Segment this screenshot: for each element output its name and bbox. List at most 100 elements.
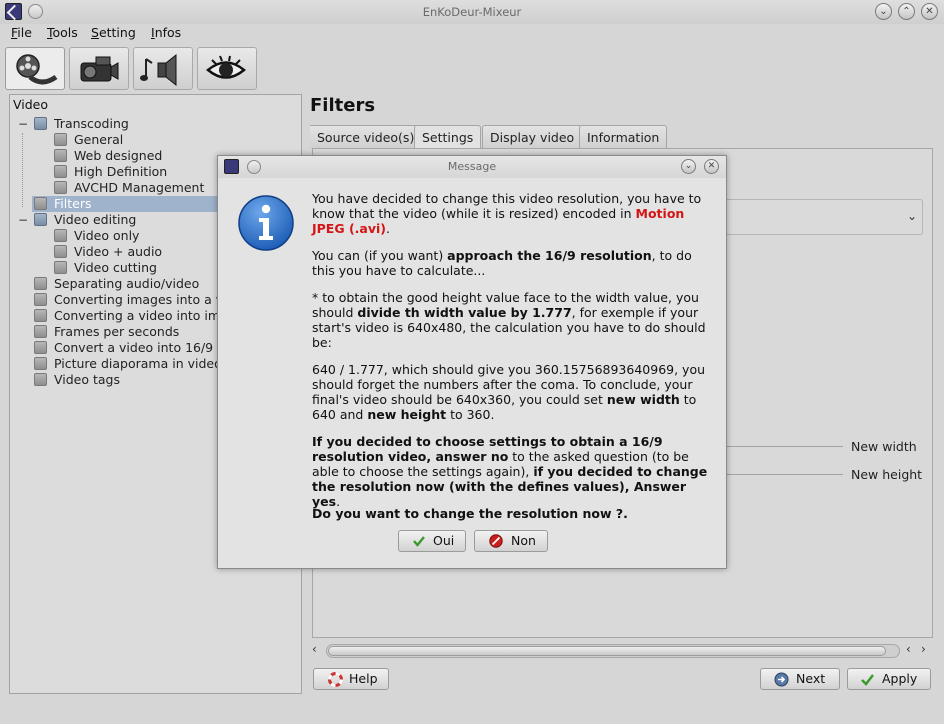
minimize-button[interactable]: ⌄: [875, 3, 892, 20]
tree-item-video-editing[interactable]: Video editing: [34, 212, 136, 228]
tree-item-high-definition[interactable]: High Definition: [54, 164, 167, 180]
camera-tab-button[interactable]: [69, 47, 129, 90]
stack-icon: [54, 261, 67, 274]
yes-button[interactable]: Oui: [398, 530, 466, 552]
tree-item-transcoding[interactable]: Transcoding: [34, 116, 129, 132]
scroll-left-arrow[interactable]: ‹: [312, 642, 317, 656]
dialog-minimize-button[interactable]: ⌄: [681, 159, 696, 174]
no-button[interactable]: Non: [474, 530, 548, 552]
stack-icon: [34, 309, 47, 322]
tree-item-label: Converting a video into ima: [54, 308, 228, 323]
horizontal-scrollbar[interactable]: ‹ ‹ ›: [312, 642, 933, 660]
video-tab-button[interactable]: [5, 47, 65, 90]
tree-toggle-transcoding[interactable]: −: [18, 117, 28, 131]
tree-item-frames-per-seconds[interactable]: Frames per seconds: [34, 324, 179, 340]
tree-item-video-tags[interactable]: Video tags: [34, 372, 120, 388]
new-width-line: [713, 446, 843, 447]
tree-item-video-only[interactable]: Video only: [54, 228, 139, 244]
arrow-right-icon: [774, 672, 789, 687]
menu-file[interactable]: File: [11, 25, 32, 40]
tab-source-videos[interactable]: Source video(s): [310, 125, 423, 149]
tree-item-web-designed[interactable]: Web designed: [54, 148, 162, 164]
pin-icon[interactable]: [28, 4, 43, 19]
tree-item-label: Web designed: [74, 148, 163, 163]
tree-item-label: Filters: [54, 196, 92, 211]
dialog-text: to 360.: [446, 407, 495, 422]
info-icon: [238, 195, 294, 251]
video-film-icon: [16, 54, 58, 85]
dialog-question: Do you want to change the resolution now…: [312, 506, 716, 521]
menu-setting[interactable]: Setting: [91, 25, 136, 40]
tree-item-picture-diaporama[interactable]: Picture diaporama in video: [34, 356, 222, 372]
tree-item-convert-16-9[interactable]: Convert a video into 16/9 d: [34, 340, 225, 356]
tree-item-label: Transcoding: [54, 116, 129, 131]
dialog-bold-text: divide th width value by 1.777: [357, 305, 572, 320]
next-button[interactable]: Next: [760, 668, 840, 690]
help-button[interactable]: Help: [313, 668, 389, 690]
new-height-line: [713, 474, 843, 475]
dialog-bold-text: Do you want to change the resolution now…: [312, 506, 628, 521]
apply-button[interactable]: Apply: [847, 668, 931, 690]
tree-item-avchd-management[interactable]: AVCHD Management: [54, 180, 204, 196]
audio-speaker-icon: [140, 53, 177, 87]
tree-item-converting-images[interactable]: Converting images into a v: [34, 292, 223, 308]
tree-item-label: Video editing: [54, 212, 137, 227]
dialog-titlebar: Message ⌄ ✕: [218, 156, 726, 178]
dialog-paragraph-5: If you decided to choose settings to obt…: [312, 434, 716, 509]
tree-item-label: Video tags: [54, 372, 121, 387]
app-icon[interactable]: [5, 3, 22, 20]
page-title: Filters: [310, 95, 376, 116]
tree-item-label: Separating audio/video: [54, 276, 200, 291]
scroll-right-arrow[interactable]: ›: [921, 642, 926, 656]
lifebuoy-icon: [328, 672, 343, 687]
stack-icon: [34, 341, 47, 354]
stack-icon: [54, 149, 67, 162]
camera-icon: [80, 56, 119, 82]
stack-icon: [34, 325, 47, 338]
no-button-label: Non: [511, 533, 536, 548]
tab-display-video[interactable]: Display video: [482, 125, 583, 149]
tab-settings[interactable]: Settings: [414, 125, 482, 149]
dialog-app-icon[interactable]: [224, 159, 239, 174]
menu-tools[interactable]: Tools: [47, 25, 78, 40]
apply-button-label: Apply: [882, 671, 918, 686]
tree-item-filters[interactable]: Filters: [32, 196, 222, 212]
help-button-label: Help: [349, 671, 378, 686]
tree-item-label: High Definition: [74, 164, 168, 179]
tree-item-label: Converting images into a v: [54, 292, 224, 307]
checkmark-icon: [861, 674, 874, 686]
menubar: File Tools Setting Infos: [0, 24, 944, 44]
dialog-text: You can (if you want): [312, 248, 448, 263]
window-title: EnKoDeur-Mixeur: [422, 5, 522, 19]
tab-information[interactable]: Information: [579, 125, 668, 149]
close-button[interactable]: ✕: [921, 3, 938, 20]
scroll-thumb[interactable]: [328, 646, 886, 656]
dialog-pin-icon[interactable]: [247, 160, 261, 174]
scroll-track[interactable]: [326, 644, 900, 658]
new-width-label: New width: [851, 439, 917, 454]
tree-item-video-cutting[interactable]: Video cutting: [54, 260, 157, 276]
audio-tab-button[interactable]: [133, 47, 193, 90]
tree-item-label: Picture diaporama in video: [54, 356, 222, 371]
maximize-button[interactable]: ⌃: [898, 3, 915, 20]
scroll-left-arrow-2[interactable]: ‹: [906, 642, 911, 656]
menu-infos[interactable]: Infos: [151, 25, 181, 40]
message-dialog: Message ⌄ ✕ You have decided to change t…: [217, 155, 727, 569]
dialog-paragraph-2: You can (if you want) approach the 16/9 …: [312, 248, 716, 278]
filter-select[interactable]: ⌄: [713, 199, 923, 235]
stack-icon: [34, 357, 47, 370]
tree-toggle-video-editing[interactable]: −: [18, 213, 28, 227]
dialog-text: .: [386, 221, 390, 236]
display-tab-button[interactable]: [197, 47, 257, 90]
tree-item-separating-audio-video[interactable]: Separating audio/video: [34, 276, 199, 292]
dialog-close-button[interactable]: ✕: [704, 159, 719, 174]
sidebar-header: Video: [13, 97, 49, 112]
stack-icon: [34, 197, 47, 210]
stack-icon: [34, 293, 47, 306]
stack-icon: [54, 133, 67, 146]
tree-item-general[interactable]: General: [54, 132, 123, 148]
tree-item-label: AVCHD Management: [74, 180, 205, 195]
tree-item-video-audio[interactable]: Video + audio: [54, 244, 162, 260]
tree-item-converting-video[interactable]: Converting a video into ima: [34, 308, 228, 324]
new-height-label: New height: [851, 467, 923, 482]
